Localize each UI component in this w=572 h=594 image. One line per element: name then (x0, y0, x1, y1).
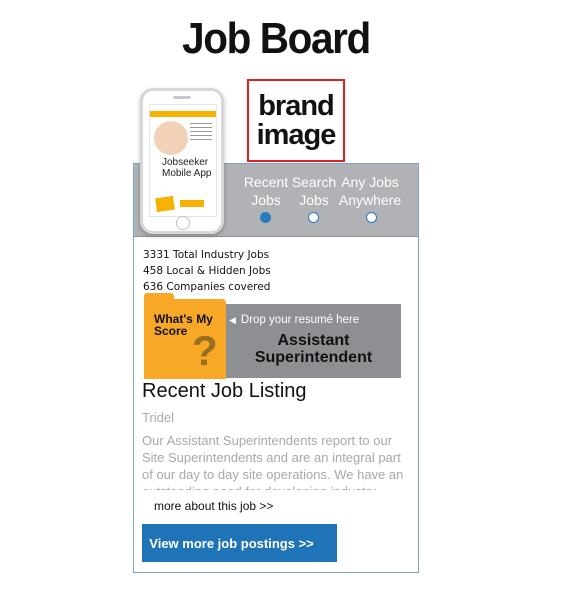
stats-summary: 3331 Total Industry Jobs 458 Local & Hid… (143, 247, 271, 295)
tab-any-jobs-anywhere-radio[interactable] (366, 212, 377, 223)
phone-app-label: Jobseeker Mobile App (162, 157, 212, 179)
app-logo-icon (155, 195, 175, 213)
page-title: Job Board (182, 14, 371, 63)
listing-company: Tridel (142, 410, 175, 425)
tab-recent-jobs-radio[interactable] (260, 212, 271, 223)
more-about-job-link[interactable]: more about this job >> (154, 499, 273, 513)
stat-local-jobs: 458 Local & Hidden Jobs (143, 265, 271, 277)
brand-line-2: image (256, 118, 337, 151)
brand-image-placeholder: brand image (247, 79, 345, 162)
score-folder-icon[interactable]: What's My Score ? (144, 293, 226, 379)
phone-screen: Jobseeker Mobile App (149, 104, 217, 217)
question-mark-icon: ? (192, 327, 218, 374)
phone-mockup: Jobseeker Mobile App (140, 88, 224, 234)
arrow-left-icon: ◀ (229, 315, 236, 325)
baby-image (154, 121, 188, 155)
view-more-postings-button[interactable]: View more job postings >> (142, 524, 337, 562)
tab-search-jobs-radio[interactable] (308, 212, 319, 223)
tab-any-jobs-anywhere[interactable]: Any Jobs Anywhere (335, 173, 405, 209)
brand-line-1: brand (258, 89, 335, 122)
phone-earpiece (173, 96, 191, 99)
phone-home-button (176, 216, 190, 230)
drop-resume-label: ◀ Drop your resumé here (229, 314, 360, 326)
listing-heading: Recent Job Listing (142, 380, 307, 402)
listing-description: Our Assistant Superintendents report to … (142, 433, 404, 490)
stat-total-jobs: 3331 Total Industry Jobs (143, 249, 270, 261)
resume-job-title: Assistant Superintendent (254, 332, 373, 366)
